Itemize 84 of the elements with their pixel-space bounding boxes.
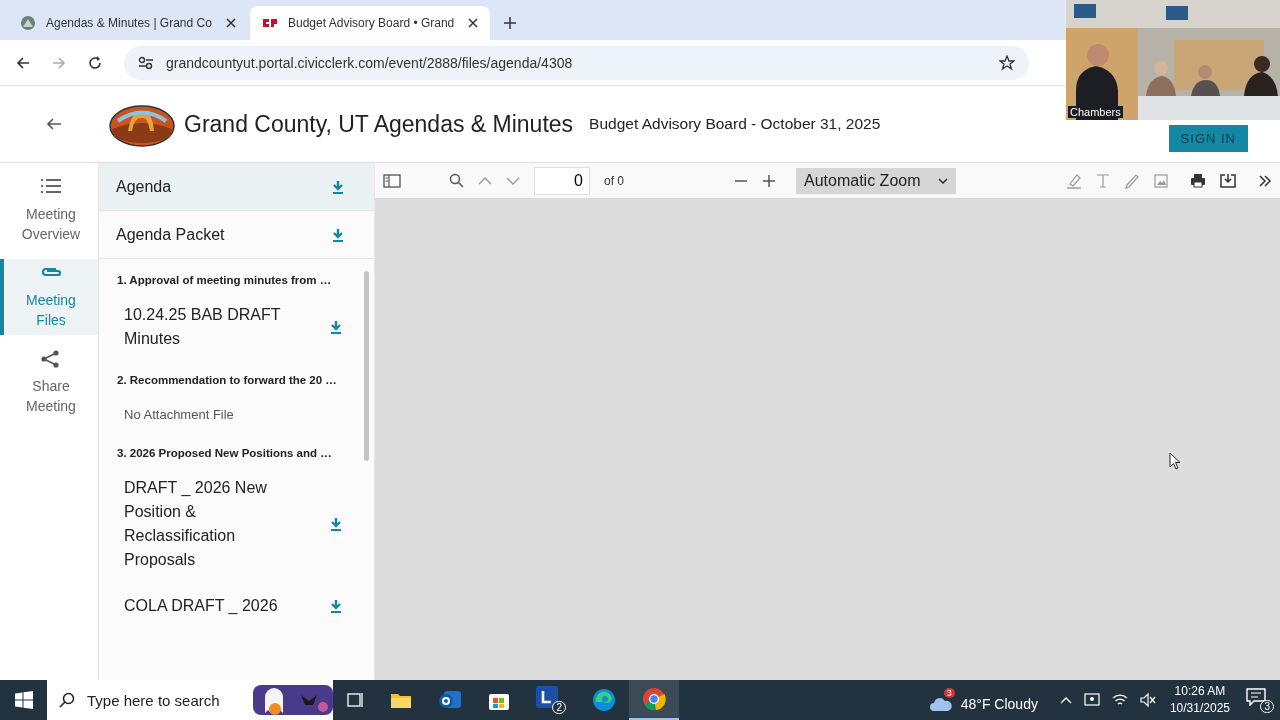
page-count: of 0: [604, 173, 624, 188]
site-title: Grand County, UT Agendas & Minutes: [184, 110, 574, 138]
nav-item[interactable]: Meeting Files: [0, 259, 98, 335]
agenda-item-heading: 1. Approval of meeting minutes from …: [117, 273, 333, 288]
agenda-item-heading: 2. Recommendation to forward the 20 …: [117, 373, 338, 388]
reload-icon[interactable]: [88, 55, 102, 70]
share-icon: [40, 350, 62, 368]
weather-widget[interactable]: 3 48°F Cloudy: [928, 688, 1038, 712]
volume-muted-icon[interactable]: [1139, 693, 1156, 707]
nav-label: Meeting Files: [25, 291, 77, 330]
tab-title: Agendas & Minutes | Grand Co: [46, 16, 213, 30]
meeting-title: Budget Advisory Board - October 31, 2025: [589, 115, 881, 133]
previous-page-icon[interactable]: [478, 176, 492, 185]
zoom-in-icon[interactable]: [762, 173, 776, 188]
weather-text: 48°F Cloudy: [960, 696, 1038, 712]
sidebar-toggle-icon[interactable]: [383, 173, 401, 188]
cloud-icon: [928, 696, 953, 712]
windows-start-icon[interactable]: [15, 691, 33, 709]
mail-app-icon[interactable]: [438, 689, 462, 711]
no-attachment-text: No Attachment File: [123, 406, 235, 424]
letter-tile-icon: [536, 686, 558, 708]
scrollbar-thumb[interactable]: [364, 271, 369, 461]
download-icon[interactable]: [330, 599, 342, 613]
zoom-select[interactable]: Automatic Zoom: [796, 167, 956, 194]
save-icon[interactable]: [1220, 173, 1236, 188]
taskbar-app-button[interactable]: [629, 680, 679, 720]
browser-tab[interactable]: Agendas & Minutes | Grand Co: [8, 6, 248, 40]
notification-icon: [1246, 687, 1266, 706]
file-title: Agenda Packet: [116, 225, 225, 244]
video-label: Chambers: [1068, 106, 1123, 118]
highlight-icon[interactable]: [1066, 172, 1082, 189]
download-icon[interactable]: [330, 517, 342, 531]
nav-label: Meeting Overview: [20, 204, 82, 244]
nav-label: Share Meeting: [25, 377, 77, 416]
back-arrow-icon[interactable]: [46, 116, 62, 132]
file-link[interactable]: COLA DRAFT _ 2026: [124, 594, 284, 618]
search-icon[interactable]: [449, 173, 464, 188]
taskbar-app-button[interactable]: 2: [536, 686, 566, 714]
edge-browser-icon[interactable]: [592, 688, 616, 712]
wifi-icon[interactable]: [1111, 693, 1128, 707]
tab-logo-icon: [20, 15, 36, 31]
print-icon[interactable]: [1190, 173, 1206, 188]
back-icon[interactable]: [16, 55, 30, 70]
task-view-icon[interactable]: [346, 692, 364, 708]
halloween-ghost-icon: [253, 683, 333, 717]
file-title: Agenda: [116, 177, 172, 196]
notifications-button[interactable]: 3: [1246, 687, 1274, 713]
agenda-item-heading: 3. 2026 Proposed New Positions and …: [117, 446, 333, 461]
file-link[interactable]: DRAFT _ 2026 New Position & Reclassification Proposals: [124, 476, 284, 572]
meet-now-icon[interactable]: [1083, 693, 1100, 707]
tray-chevron-icon[interactable]: [1059, 696, 1072, 704]
clock-date: 10/31/2025: [1169, 700, 1230, 717]
taskbar-search-box[interactable]: Type here to search: [47, 680, 333, 720]
bookmark-star-icon[interactable]: [999, 54, 1015, 71]
count-badge: 3: [1260, 699, 1274, 713]
address-field[interactable]: grandcountyut.portal.civicclerk.com/event/2888/files/agenda/4308: [124, 45, 1029, 80]
page-number-field[interactable]: 0: [534, 166, 590, 195]
tab-title: Budget Advisory Board • Grand: [288, 16, 456, 30]
search-icon: [59, 692, 75, 708]
more-tools-icon[interactable]: [1258, 174, 1272, 187]
download-icon[interactable]: [332, 179, 344, 194]
pen-icon[interactable]: [1124, 172, 1140, 189]
new-tab-icon[interactable]: [504, 17, 516, 29]
download-icon[interactable]: [332, 227, 344, 242]
close-icon[interactable]: [226, 18, 236, 28]
file-row[interactable]: Agenda Packet: [99, 211, 374, 259]
clock[interactable]: 10:26 AM 10/31/2025: [1169, 683, 1230, 717]
file-row[interactable]: Agenda: [99, 163, 374, 211]
download-icon[interactable]: [330, 320, 342, 334]
file-link[interactable]: 10.24.25 BAB DRAFT Minutes: [124, 303, 284, 351]
next-page-icon[interactable]: [506, 176, 520, 185]
list-icon: [40, 177, 62, 196]
chrome-browser-icon: [642, 687, 666, 711]
alert-badge: 3: [943, 688, 955, 698]
mouse-pointer-icon: [1169, 452, 1181, 470]
close-icon[interactable]: [468, 18, 478, 28]
folder-icon[interactable]: [390, 691, 412, 709]
url-text: grandcountyut.portal.civicclerk.com/event/2888/files/agenda/4308: [166, 54, 574, 71]
browser-tab[interactable]: Budget Advisory Board • Grand: [250, 6, 490, 40]
caret-icon: [938, 177, 948, 184]
clock-time: 10:26 AM: [1174, 683, 1226, 700]
count-badge: 2: [552, 701, 566, 714]
image-icon[interactable]: [1154, 173, 1168, 188]
site-settings-icon[interactable]: [138, 55, 154, 70]
